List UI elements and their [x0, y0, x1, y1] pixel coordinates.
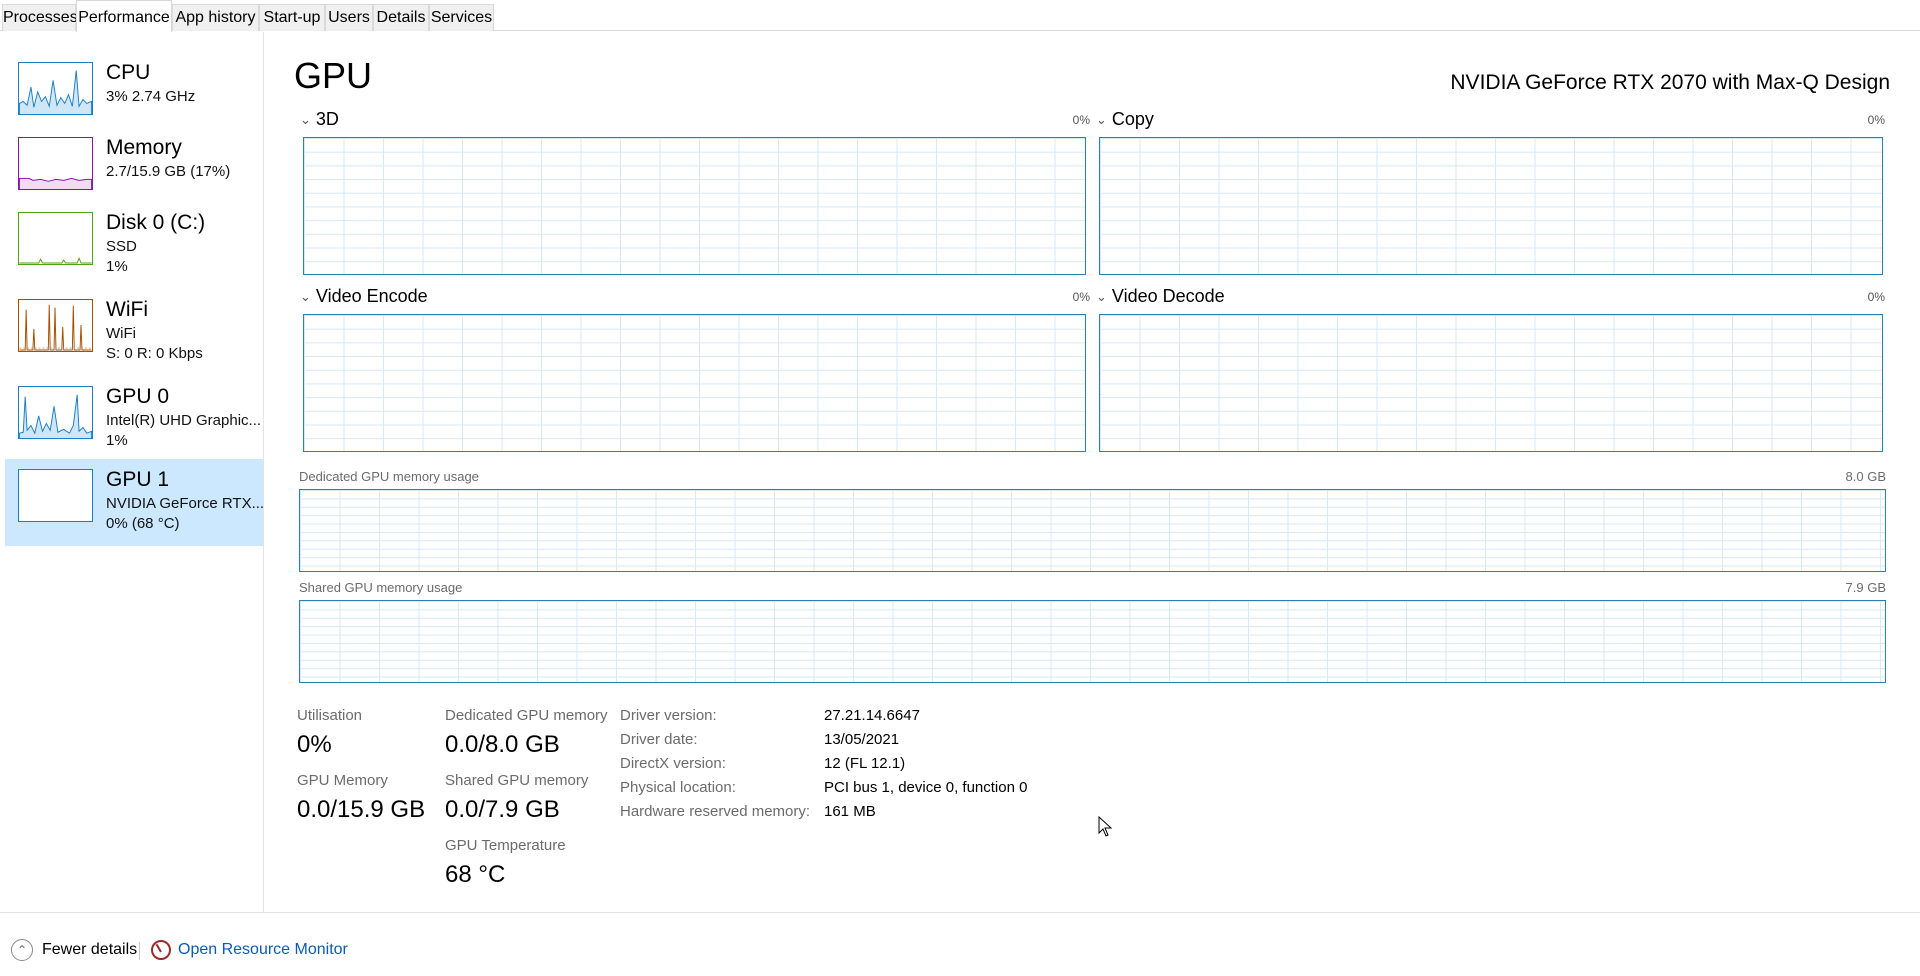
engine-video-decode-selector[interactable]: ⌄ Video Decode	[1096, 285, 1225, 309]
sidebar-item-wifi[interactable]: WiFi WiFi S: 0 R: 0 Kbps	[5, 289, 263, 376]
device-name: NVIDIA GeForce RTX 2070 with Max-Q Desig…	[1450, 71, 1890, 94]
memory-thumbnail-graph	[18, 137, 93, 190]
disk-thumbnail-graph	[18, 212, 93, 265]
sidebar-item-subtitle: Intel(R) UHD Graphic...	[106, 412, 262, 429]
chevron-down-icon: ⌄	[300, 289, 311, 304]
chevron-down-icon: ⌄	[300, 112, 311, 127]
sidebar-item-title: GPU 1	[106, 468, 170, 491]
tab-processes[interactable]: Processes	[2, 4, 78, 31]
directx-version-label: DirectX version:	[620, 755, 726, 772]
tab-start-up[interactable]: Start-up	[259, 4, 325, 31]
gpu-memory-label: GPU Memory	[297, 772, 388, 789]
tab-bar: Processes Performance App history Start-…	[0, 0, 1920, 32]
sidebar-item-subtitle: 2.7/15.9 GB (17%)	[106, 163, 231, 180]
dedicated-memory-label: Dedicated GPU memory usage	[299, 469, 479, 484]
open-resource-monitor-link[interactable]: Open Resource Monitor	[151, 938, 348, 962]
driver-version-label: Driver version:	[620, 707, 717, 724]
shared-memory-label: Shared GPU memory usage	[299, 580, 463, 595]
dedicated-memory-graph	[299, 489, 1886, 572]
engine-label: 3D	[315, 109, 339, 129]
engine-video-decode-graph	[1099, 314, 1883, 452]
sidebar-item-memory[interactable]: Memory 2.7/15.9 GB (17%)	[5, 127, 263, 214]
gpu-temperature-label: GPU Temperature	[445, 837, 566, 854]
sidebar-item-title: Memory	[106, 136, 182, 159]
sidebar-item-detail: S: 0 R: 0 Kbps	[106, 345, 203, 362]
footer-divider	[139, 942, 140, 960]
open-resource-monitor-label: Open Resource Monitor	[178, 941, 348, 958]
footer: ⌃ Fewer details Open Resource Monitor	[0, 912, 1920, 976]
driver-version-value: 27.21.14.6647	[824, 707, 920, 724]
directx-version-value: 12 (FL 12.1)	[824, 755, 906, 772]
gpu0-thumbnail-graph	[18, 386, 93, 439]
engine-3d-graph	[303, 137, 1086, 275]
utilisation-label: Utilisation	[297, 707, 363, 724]
engine-copy-selector[interactable]: ⌄ Copy	[1096, 108, 1154, 132]
hardware-reserved-memory-label: Hardware reserved memory:	[620, 803, 811, 820]
chevron-down-icon: ⌄	[1096, 112, 1107, 127]
page-title: GPU	[294, 55, 373, 96]
engine-percent: 0%	[1867, 113, 1885, 127]
mouse-cursor-icon	[1098, 816, 1113, 837]
sidebar-item-cpu[interactable]: CPU 3% 2.74 GHz	[5, 52, 263, 139]
shared-memory-max: 7.9 GB	[1845, 580, 1886, 595]
dedicated-memory-stat-label: Dedicated GPU memory	[445, 707, 608, 724]
sidebar-item-subtitle: 3% 2.74 GHz	[106, 88, 196, 105]
fewer-details-label: Fewer details	[42, 941, 138, 958]
dedicated-memory-max: 8.0 GB	[1845, 469, 1886, 484]
sidebar-item-gpu0[interactable]: GPU 0 Intel(R) UHD Graphic... 1%	[5, 376, 263, 463]
engine-3d-selector[interactable]: ⌄ 3D	[300, 108, 339, 132]
engine-label: Video Encode	[315, 286, 428, 306]
gpu1-thumbnail-graph	[18, 469, 93, 522]
wifi-thumbnail-graph	[18, 299, 93, 352]
sidebar-item-title: WiFi	[106, 298, 148, 321]
engine-copy-graph	[1099, 137, 1883, 275]
sidebar-item-subtitle: WiFi	[106, 325, 136, 342]
gpu-memory-value: 0.0/15.9 GB	[297, 796, 426, 823]
sidebar: CPU 3% 2.74 GHz Memory 2.7/15.9 GB (17%)…	[0, 32, 264, 912]
sidebar-item-detail: 1%	[106, 258, 128, 275]
sidebar-item-title: GPU 0	[106, 385, 170, 408]
cpu-thumbnail-graph	[18, 62, 93, 115]
engine-percent: 0%	[1072, 290, 1090, 304]
physical-location-label: Physical location:	[620, 779, 736, 796]
engine-label: Video Decode	[1111, 286, 1225, 306]
sidebar-item-gpu1[interactable]: GPU 1 NVIDIA GeForce RTX... 0% (68 °C)	[5, 459, 265, 546]
tab-services[interactable]: Services	[429, 4, 494, 31]
engine-video-encode-selector[interactable]: ⌄ Video Encode	[300, 285, 428, 309]
sidebar-item-subtitle: SSD	[106, 238, 137, 255]
engine-label: Copy	[1111, 109, 1154, 129]
driver-date-value: 13/05/2021	[824, 731, 900, 748]
sidebar-item-subtitle: NVIDIA GeForce RTX...	[106, 495, 265, 512]
resource-monitor-icon	[151, 940, 171, 960]
tab-details[interactable]: Details	[373, 4, 429, 31]
sidebar-item-detail: 1%	[106, 432, 128, 449]
driver-date-label: Driver date:	[620, 731, 698, 748]
sidebar-item-title: CPU	[106, 61, 151, 84]
chevron-up-circle-icon: ⌃	[11, 939, 33, 961]
hardware-reserved-memory-value: 161 MB	[824, 803, 876, 820]
sidebar-item-detail: 0% (68 °C)	[106, 515, 180, 532]
fewer-details-button[interactable]: ⌃ Fewer details	[11, 938, 137, 962]
sidebar-item-disk[interactable]: Disk 0 (C:) SSD 1%	[5, 202, 263, 289]
chevron-down-icon: ⌄	[1096, 289, 1107, 304]
utilisation-value: 0%	[297, 731, 332, 758]
physical-location-value: PCI bus 1, device 0, function 0	[824, 779, 1028, 796]
tab-performance[interactable]: Performance	[76, 0, 172, 32]
engine-video-encode-graph	[303, 314, 1086, 452]
shared-memory-stat-label: Shared GPU memory	[445, 772, 589, 789]
engine-percent: 0%	[1072, 113, 1090, 127]
gpu-temperature-value: 68 °C	[445, 861, 506, 888]
dedicated-memory-stat-value: 0.0/8.0 GB	[445, 731, 560, 758]
tab-app-history[interactable]: App history	[172, 4, 259, 31]
sidebar-item-title: Disk 0 (C:)	[106, 211, 206, 234]
shared-memory-graph	[299, 600, 1886, 683]
tab-users[interactable]: Users	[325, 4, 373, 31]
engine-percent: 0%	[1867, 290, 1885, 304]
shared-memory-stat-value: 0.0/7.9 GB	[445, 796, 560, 823]
